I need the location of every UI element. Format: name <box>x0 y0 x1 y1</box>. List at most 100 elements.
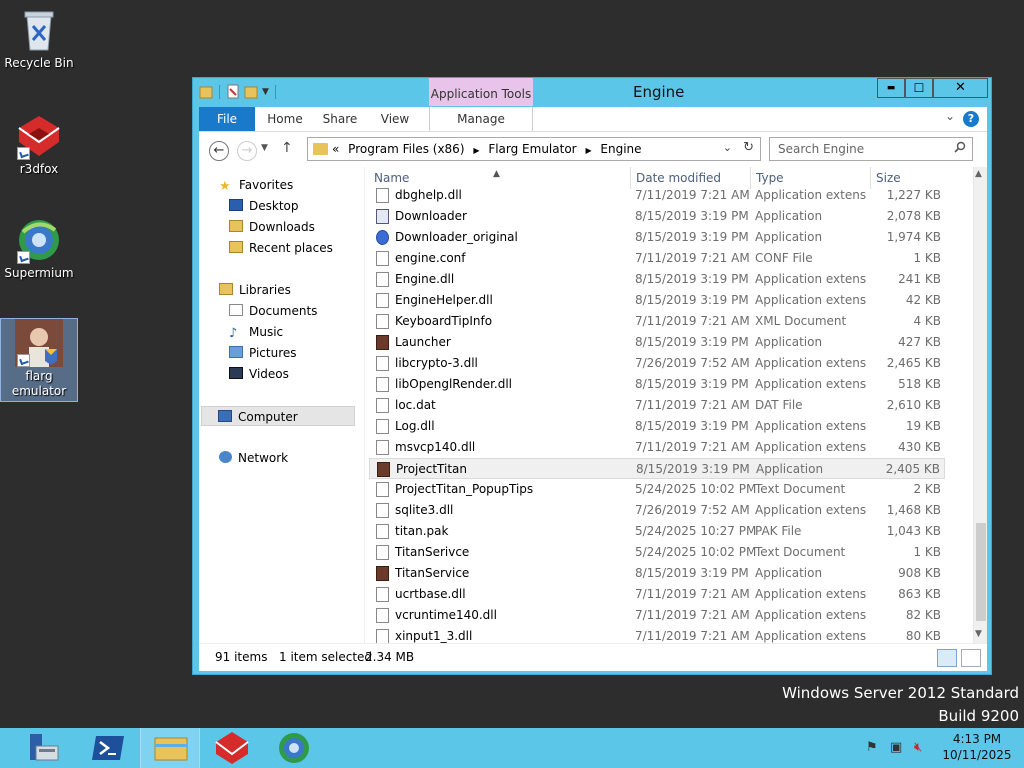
forward-button[interactable]: → <box>237 141 257 161</box>
desktop-icon-supermium[interactable]: Supermium <box>0 216 78 281</box>
recent-places-icon <box>229 241 243 253</box>
file-name: libOpenglRender.dll <box>395 377 513 391</box>
breadcrumb-separator-icon[interactable]: ▶ <box>473 146 479 155</box>
new-folder-icon[interactable] <box>244 84 258 100</box>
nav-label: Music <box>249 325 284 339</box>
file-row[interactable]: KeyboardTipInfo 7/11/2019 7:21 AM XML Docu… <box>369 311 945 332</box>
breadcrumb-item[interactable]: Flarg Emulator <box>488 142 576 156</box>
tab-share[interactable]: Share <box>317 107 363 131</box>
nav-favorites[interactable]: ★ Favorites <box>219 175 293 195</box>
nav-computer[interactable]: Computer <box>201 406 355 426</box>
action-center-flag-icon[interactable]: ⚑ <box>866 740 878 755</box>
file-row[interactable]: Launcher 8/15/2019 3:19 PM Application 427 … <box>369 332 945 353</box>
folder-icon[interactable] <box>199 84 213 100</box>
customize-toolbar-chevron-icon[interactable]: ▼ <box>262 87 269 97</box>
file-explorer-icon[interactable] <box>140 728 200 768</box>
file-type: Application extens... <box>755 503 867 517</box>
file-row[interactable]: Downloader 8/15/2019 3:19 PM Application 2,… <box>369 206 945 227</box>
file-row[interactable]: ucrtbase.dll 7/11/2019 7:21 AM Application… <box>369 584 945 605</box>
nav-music[interactable]: ♪ Music <box>229 322 283 342</box>
file-row[interactable]: libOpenglRender.dll 8/15/2019 3:19 PM Appl… <box>369 374 945 395</box>
dll-file-icon <box>376 629 389 643</box>
tab-file[interactable]: File <box>199 107 255 131</box>
nav-pictures[interactable]: Pictures <box>229 343 297 363</box>
file-row[interactable]: TitanSerivce 5/24/2025 10:02 PM Text Docum… <box>369 542 945 563</box>
scroll-down-icon[interactable]: ▼ <box>975 629 982 639</box>
file-date-modified: 8/15/2019 3:19 PM <box>635 209 749 223</box>
file-row[interactable]: dbghelp.dll 7/11/2019 7:21 AM Application … <box>369 185 945 206</box>
tab-home[interactable]: Home <box>263 107 307 131</box>
powershell-icon[interactable] <box>78 728 138 768</box>
file-name: msvcp140.dll <box>395 440 476 454</box>
expand-ribbon-chevron-icon[interactable]: ⌄ <box>945 109 955 123</box>
file-row[interactable]: ProjectTitan_PopupTips 5/24/2025 10:02 PM… <box>369 479 945 500</box>
file-row[interactable]: Downloader_original 8/15/2019 3:19 PM Appl… <box>369 227 945 248</box>
minimize-button[interactable]: ▬ <box>877 78 905 98</box>
folder-icon <box>313 143 328 155</box>
file-size: 2,078 KB <box>886 209 941 223</box>
breadcrumb-item[interactable]: Program Files (x86) <box>348 142 464 156</box>
r3dfox-icon[interactable] <box>202 728 262 768</box>
file-row[interactable]: ProjectTitan 8/15/2019 3:19 PM Application… <box>369 458 945 479</box>
nav-videos[interactable]: Videos <box>229 364 289 384</box>
file-row[interactable]: libcrypto-3.dll 7/26/2019 7:52 AM Applicat… <box>369 353 945 374</box>
address-dropdown-chevron-icon[interactable]: ⌄ <box>723 141 732 154</box>
dll-file-icon <box>376 608 389 623</box>
file-row[interactable]: msvcp140.dll 7/11/2019 7:21 AM Application… <box>369 437 945 458</box>
desktop-icon-recycle-bin[interactable]: Recycle Bin <box>0 6 78 71</box>
file-row[interactable]: xinput1_3.dll 7/11/2019 7:21 AM Applicatio… <box>369 626 945 643</box>
up-button[interactable]: ↑ <box>281 140 293 156</box>
recent-locations-chevron-icon[interactable]: ▼ <box>261 143 268 153</box>
nav-recent-places[interactable]: Recent places <box>229 238 333 258</box>
file-row[interactable]: loc.dat 7/11/2019 7:21 AM DAT File 2,610 KB <box>369 395 945 416</box>
properties-icon[interactable] <box>226 84 240 100</box>
nav-desktop[interactable]: Desktop <box>229 196 299 216</box>
scroll-up-icon[interactable]: ▲ <box>975 169 982 179</box>
supermium-icon[interactable] <box>264 728 324 768</box>
breadcrumb-item[interactable]: Engine <box>600 142 641 156</box>
taskbar: ⚑ ▣ 🔇︎ 4:13 PM 10/11/2025 <box>0 728 1024 768</box>
desktop-icon-flarg-emulator[interactable]: flarg emulator <box>0 318 78 402</box>
tab-manage[interactable]: Manage <box>429 107 533 131</box>
search-icon[interactable] <box>954 141 966 153</box>
file-row[interactable]: Log.dll 8/15/2019 3:19 PM Application exte… <box>369 416 945 437</box>
file-row[interactable]: engine.conf 7/11/2019 7:21 AM CONF File 1 K… <box>369 248 945 269</box>
application-icon <box>376 209 389 224</box>
help-button[interactable]: ? <box>963 111 979 127</box>
nav-libraries[interactable]: Libraries <box>219 280 291 300</box>
details-view-button[interactable] <box>937 649 957 667</box>
title-bar[interactable]: ▼ Application Tools Engine ▬ ☐ ✕ <box>193 78 991 108</box>
nav-downloads[interactable]: Downloads <box>229 217 315 237</box>
status-bar: 91 items 1 item selected 2.34 MB <box>199 643 987 671</box>
nav-documents[interactable]: Documents <box>229 301 317 321</box>
file-row[interactable]: vcruntime140.dll 7/11/2019 7:21 AM Applica… <box>369 605 945 626</box>
close-button[interactable]: ✕ <box>933 78 988 98</box>
file-row[interactable]: EngineHelper.dll 8/15/2019 3:19 PM Applica… <box>369 290 945 311</box>
breadcrumb-overflow[interactable]: « <box>332 142 339 156</box>
address-bar[interactable]: « Program Files (x86) ▶ Flarg Emulator ▶… <box>307 137 761 161</box>
desktop-icon-r3dfox[interactable]: r3dfox <box>0 112 78 177</box>
back-button[interactable]: ← <box>209 141 229 161</box>
nav-network[interactable]: Network <box>219 448 288 468</box>
clock[interactable]: 4:13 PM 10/11/2025 <box>936 731 1018 763</box>
file-row[interactable]: sqlite3.dll 7/26/2019 7:52 AM Application … <box>369 500 945 521</box>
breadcrumb-separator-icon[interactable]: ▶ <box>585 146 591 155</box>
clock-time: 4:13 PM <box>952 732 1002 746</box>
volume-muted-icon[interactable]: 🔇︎ <box>914 740 922 755</box>
search-box[interactable]: Search Engine <box>769 137 973 161</box>
vertical-scrollbar[interactable]: ▲ ▼ <box>973 167 987 643</box>
network-tray-icon[interactable]: ▣ <box>890 740 902 755</box>
tab-view[interactable]: View <box>375 107 415 131</box>
file-row[interactable]: titan.pak 5/24/2025 10:27 PM PAK File 1,043… <box>369 521 945 542</box>
server-manager-icon[interactable] <box>14 728 74 768</box>
scrollbar-thumb[interactable] <box>976 523 986 621</box>
network-icon <box>219 451 232 463</box>
document-file-icon <box>376 545 389 560</box>
large-icons-view-button[interactable] <box>961 649 981 667</box>
file-row[interactable]: TitanService 8/15/2019 3:19 PM Application… <box>369 563 945 584</box>
file-row[interactable]: Engine.dll 8/15/2019 3:19 PM Application e… <box>369 269 945 290</box>
refresh-icon[interactable]: ↻ <box>743 140 754 155</box>
dll-file-icon <box>376 377 389 392</box>
maximize-button[interactable]: ☐ <box>905 78 933 98</box>
libraries-icon <box>219 283 233 295</box>
